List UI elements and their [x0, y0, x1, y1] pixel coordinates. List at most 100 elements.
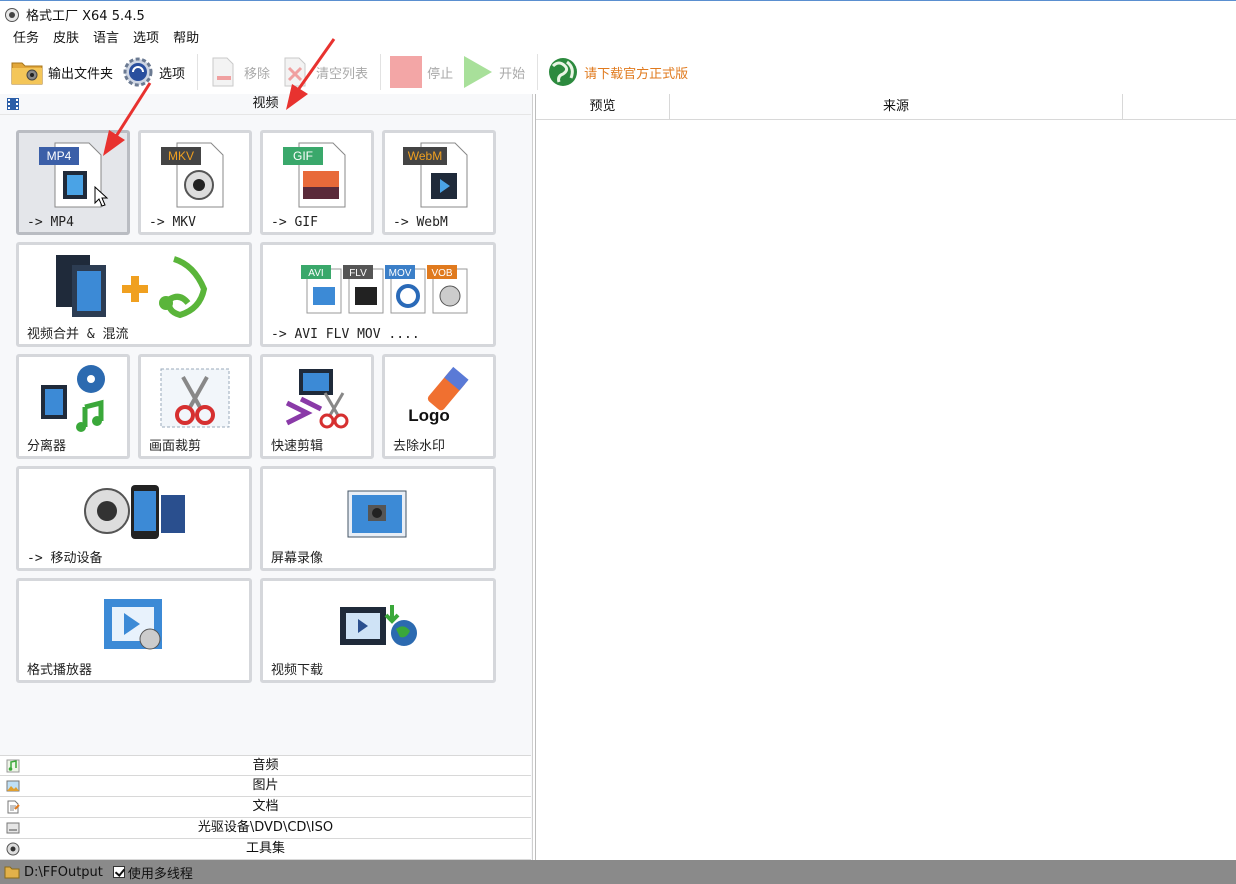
section-audio-label: 音频 [252, 758, 279, 773]
globe-icon [546, 55, 580, 89]
menu-options[interactable]: 选项 [126, 28, 166, 50]
folder-icon [10, 55, 44, 89]
tile-splitter[interactable]: 分离器 [16, 354, 130, 459]
player-icon [19, 587, 249, 659]
clear-list-label: 清空列表 [316, 66, 369, 82]
toolbar-separator [197, 54, 199, 90]
column-preview[interactable]: 预览 [536, 94, 670, 119]
tile-quick-edit-label: 快速剪辑 [271, 439, 324, 454]
tile-to-mp4-label: -> MP4 [27, 215, 74, 230]
title-bar: 格式工厂 X64 5.4.5 [0, 0, 1236, 28]
start-label: 开始 [499, 66, 526, 82]
tile-video-download-label: 视频下载 [271, 663, 324, 678]
toolbar: 输出文件夹 选项 移除 清空列表 停止 开始 请下载官方正式版 [0, 50, 1236, 94]
section-tools-label: 工具集 [245, 841, 285, 856]
task-list-header: 预览 来源 [536, 94, 1236, 120]
options-button[interactable]: 选项 [119, 52, 191, 92]
output-folder-button[interactable]: 输出文件夹 [8, 52, 119, 92]
menu-language[interactable]: 语言 [86, 28, 126, 50]
toolbar-separator [380, 54, 382, 90]
section-audio[interactable]: 音频 [0, 755, 531, 776]
webm-file-icon: WebM [385, 139, 493, 211]
section-video[interactable]: 视频 [0, 94, 531, 115]
tile-video-merge[interactable]: 视频合并 & 混流 [16, 242, 252, 347]
avi-badge-text: AVI [308, 268, 323, 279]
tile-to-gif-label: -> GIF [271, 215, 318, 230]
menu-skin[interactable]: 皮肤 [46, 28, 86, 50]
start-button[interactable]: 开始 [459, 52, 531, 92]
stop-label: 停止 [427, 66, 454, 82]
column-source[interactable]: 来源 [670, 94, 1123, 119]
section-tools[interactable]: 工具集 [0, 839, 531, 860]
tile-to-gif[interactable]: GIF -> GIF [260, 130, 374, 235]
clear-list-button[interactable]: 清空列表 [276, 52, 374, 92]
multithread-label: 使用多线程 [127, 866, 193, 882]
tile-splitter-label: 分离器 [27, 439, 67, 454]
menu-task[interactable]: 任务 [6, 28, 46, 50]
section-document[interactable]: 文档 [0, 797, 531, 818]
tile-mobile-device[interactable]: -> 移动设备 [16, 466, 252, 571]
tile-player[interactable]: 格式播放器 [16, 578, 252, 683]
window-title: 格式工厂 X64 5.4.5 [26, 9, 145, 24]
logo-text: Logo [408, 406, 450, 425]
tile-screen-record[interactable]: 屏幕录像 [260, 466, 496, 571]
music-note-icon [6, 759, 20, 773]
mkv-badge-text: MKV [168, 149, 194, 163]
section-image-label: 图片 [252, 778, 279, 793]
output-path[interactable]: D:\FFOutput [24, 865, 103, 880]
menu-help[interactable]: 帮助 [166, 28, 206, 50]
mov-badge-text: MOV [389, 268, 412, 279]
webm-badge-text: WebM [408, 149, 442, 163]
multithread-checkbox[interactable] [112, 866, 125, 878]
mp4-file-icon: MP4 [19, 139, 127, 211]
toolbar-separator [537, 54, 539, 90]
remove-label: 移除 [244, 66, 271, 82]
app-icon [5, 7, 19, 22]
remove-button[interactable]: 移除 [204, 52, 276, 92]
crop-scissors-icon [141, 363, 249, 435]
splitter-icon [19, 363, 127, 435]
folder-icon [4, 866, 20, 879]
tile-to-mp4[interactable]: MP4 -> MP4 [16, 130, 130, 235]
section-disc-label: 光驱设备\DVD\CD\ISO [197, 820, 334, 835]
tile-to-others-label: -> AVI FLV MOV .... [271, 327, 420, 342]
output-folder-label: 输出文件夹 [48, 66, 114, 82]
download-official-button[interactable]: 请下载官方正式版 [544, 52, 694, 92]
gif-badge-text: GIF [293, 149, 313, 163]
stop-button[interactable]: 停止 [387, 52, 459, 92]
options-label: 选项 [159, 66, 186, 82]
document-icon [7, 800, 20, 814]
tile-video-merge-label: 视频合并 & 混流 [27, 327, 129, 342]
menu-bar: 任务 皮肤 语言 选项 帮助 [0, 28, 206, 50]
mkv-file-icon: MKV [141, 139, 249, 211]
quick-edit-icon [263, 363, 371, 435]
tile-video-download[interactable]: 视频下载 [260, 578, 496, 683]
flv-badge-text: FLV [349, 268, 367, 279]
section-document-label: 文档 [252, 799, 279, 814]
gear-icon [121, 55, 155, 89]
tile-to-mkv-label: -> MKV [149, 215, 196, 230]
film-icon [7, 98, 19, 110]
column-extra[interactable] [1123, 94, 1236, 119]
tile-crop-label: 画面裁剪 [149, 439, 202, 454]
tile-crop[interactable]: 画面裁剪 [138, 354, 252, 459]
disc-drive-icon [6, 822, 20, 834]
tile-to-webm[interactable]: WebM -> WebM [382, 130, 496, 235]
section-image[interactable]: 图片 [0, 776, 531, 797]
toolbox-icon [6, 842, 20, 856]
multi-format-icon: AVI FLV MOV VOB [263, 251, 493, 323]
gif-file-icon: GIF [263, 139, 371, 211]
tile-to-others[interactable]: AVI FLV MOV VOB -> AVI FLV MOV .... [260, 242, 496, 347]
tile-quick-edit[interactable]: 快速剪辑 [260, 354, 374, 459]
task-list-panel[interactable]: 预览 来源 [535, 94, 1236, 860]
section-disc[interactable]: 光驱设备\DVD\CD\ISO [0, 818, 531, 839]
eraser-icon: Logo [385, 363, 493, 435]
tile-remove-watermark-label: 去除水印 [393, 439, 446, 454]
tile-to-mkv[interactable]: MKV -> MKV [138, 130, 252, 235]
remove-icon [206, 55, 240, 89]
section-video-label: 视频 [252, 96, 279, 111]
tile-player-label: 格式播放器 [27, 663, 93, 678]
mp4-badge-text: MP4 [47, 149, 72, 163]
tile-mobile-device-label: -> 移动设备 [27, 551, 103, 566]
tile-remove-watermark[interactable]: Logo 去除水印 [382, 354, 496, 459]
